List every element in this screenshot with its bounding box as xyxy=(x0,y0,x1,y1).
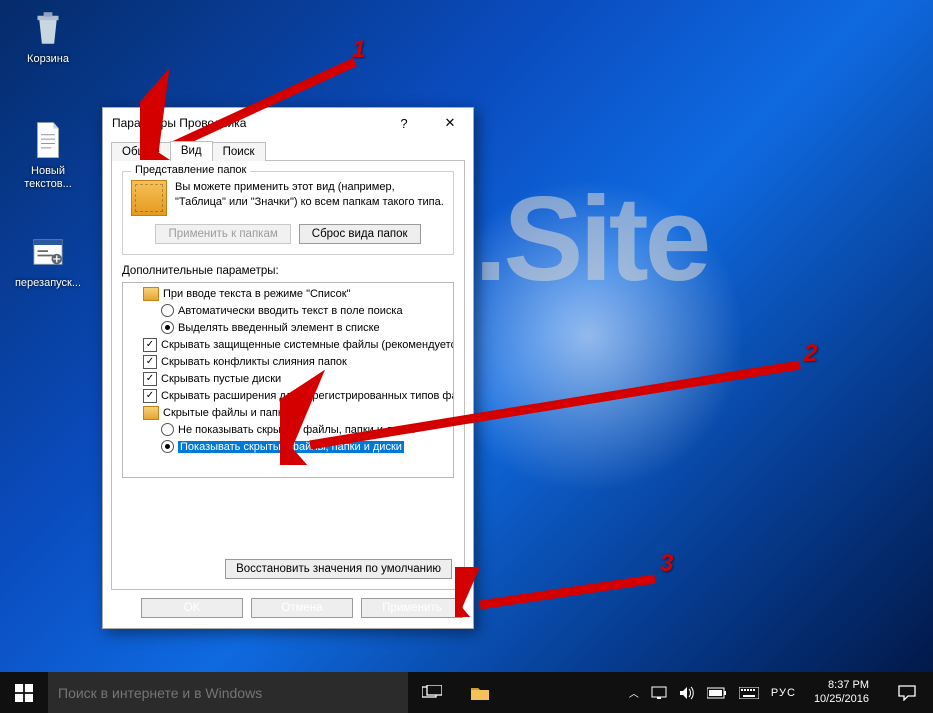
radio-icon xyxy=(161,321,174,334)
advanced-label: Дополнительные параметры: xyxy=(122,265,454,277)
desktop-icon-label: Корзина xyxy=(10,53,86,66)
tab-search[interactable]: Поиск xyxy=(212,142,266,161)
annotation-number-2: 2 xyxy=(804,340,817,368)
start-button[interactable] xyxy=(0,672,48,713)
annotation-arrow-3 xyxy=(455,567,675,617)
folder-views-text: Вы можете применить этот вид (например, … xyxy=(175,180,445,210)
checkbox-icon: ✓ xyxy=(143,372,157,386)
folder-icon xyxy=(131,180,167,216)
text-file-icon xyxy=(26,118,70,162)
reset-folders-button[interactable]: Сброс вида папок xyxy=(299,224,421,244)
desktop-icon-bat-file[interactable]: перезапуск... xyxy=(10,230,86,290)
desktop[interactable]: Корзина Новый текстов... перезапуск... K… xyxy=(0,0,933,672)
tree-check[interactable]: ✓Скрывать пустые диски xyxy=(125,370,454,387)
notification-icon xyxy=(898,685,916,701)
tray-language[interactable]: РУС xyxy=(771,672,796,713)
tree-check[interactable]: ✓Скрывать конфликты слияния папок xyxy=(125,353,454,370)
folder-options-dialog: Параметры Проводника ? ✕ Общие Вид Поиск… xyxy=(102,107,474,629)
desktop-icon-text-file[interactable]: Новый текстов... xyxy=(10,118,86,190)
checkbox-icon: ✓ xyxy=(143,355,157,369)
radio-icon xyxy=(161,440,174,453)
cancel-button[interactable]: Отмена xyxy=(251,598,353,618)
tab-page-view: Представление папок Вы можете применить … xyxy=(111,160,465,590)
checkbox-icon: ✓ xyxy=(143,338,157,352)
tab-strip: Общие Вид Поиск xyxy=(103,138,473,160)
advanced-settings-tree[interactable]: При вводе текста в режиме "Список" Автом… xyxy=(122,282,454,478)
task-view-icon xyxy=(422,685,442,701)
tray-keyboard-icon[interactable] xyxy=(739,672,759,713)
tree-radio-show-hidden[interactable]: Показывать скрытые файлы, папки и диски xyxy=(125,438,454,455)
help-button[interactable]: ? xyxy=(381,108,427,138)
tab-general[interactable]: Общие xyxy=(111,142,171,161)
titlebar[interactable]: Параметры Проводника ? ✕ xyxy=(103,108,473,138)
tray-time: 8:37 PM xyxy=(814,679,869,692)
taskbar-app-explorer[interactable] xyxy=(456,672,504,713)
tray-volume-icon[interactable] xyxy=(679,672,695,713)
tray-date: 10/25/2016 xyxy=(814,693,869,706)
batch-file-icon xyxy=(26,230,70,274)
tree-check[interactable]: ✓Скрывать расширения для зарегистрирован… xyxy=(125,387,454,404)
apply-to-folders-button: Применить к папкам xyxy=(155,224,290,244)
radio-icon xyxy=(161,304,174,317)
tab-view[interactable]: Вид xyxy=(170,141,213,161)
dialog-button-row: OK Отмена Применить xyxy=(103,598,473,628)
tree-radio[interactable]: Автоматически вводить текст в поле поиск… xyxy=(125,302,454,319)
tree-folder[interactable]: Скрытые файлы и папки xyxy=(125,404,454,421)
windows-logo-icon xyxy=(15,684,33,702)
close-button[interactable]: ✕ xyxy=(427,108,473,138)
folder-views-group: Представление папок Вы можете применить … xyxy=(122,171,454,255)
group-legend: Представление папок xyxy=(131,164,250,176)
search-input[interactable] xyxy=(48,672,408,713)
folder-icon xyxy=(143,287,159,301)
folder-icon xyxy=(143,406,159,420)
tray-overflow-button[interactable]: ︿ xyxy=(629,672,639,713)
ok-button[interactable]: OK xyxy=(141,598,243,618)
task-view-button[interactable] xyxy=(408,672,456,713)
system-tray: ︿ РУС 8:37 PM 10/25/2016 xyxy=(629,672,933,713)
apply-button[interactable]: Применить xyxy=(361,598,463,618)
tree-radio[interactable]: Выделять введенный элемент в списке xyxy=(125,319,454,336)
annotation-number-1: 1 xyxy=(352,36,365,64)
file-explorer-icon xyxy=(470,685,490,701)
restore-defaults-button[interactable]: Восстановить значения по умолчанию xyxy=(225,559,452,579)
tree-check[interactable]: ✓Скрывать защищенные системные файлы (ре… xyxy=(125,336,454,353)
desktop-icon-label: перезапуск... xyxy=(10,277,86,290)
radio-icon xyxy=(161,423,174,436)
desktop-icon-recycle-bin[interactable]: Корзина xyxy=(10,6,86,66)
desktop-icon-label: Новый текстов... xyxy=(10,165,86,190)
recycle-bin-icon xyxy=(26,6,70,50)
taskbar: ︿ РУС 8:37 PM 10/25/2016 xyxy=(0,672,933,713)
tree-folder[interactable]: При вводе текста в режиме "Список" xyxy=(125,285,454,302)
tray-clock[interactable]: 8:37 PM 10/25/2016 xyxy=(808,679,875,705)
checkbox-icon: ✓ xyxy=(143,389,157,403)
tree-radio[interactable]: Не показывать скрытые файлы, папки и дис… xyxy=(125,421,454,438)
annotation-number-3: 3 xyxy=(660,550,673,578)
dialog-title: Параметры Проводника xyxy=(112,116,246,130)
tray-battery-icon[interactable] xyxy=(707,672,727,713)
tray-network-icon[interactable] xyxy=(651,672,667,713)
action-center-button[interactable] xyxy=(887,672,927,713)
